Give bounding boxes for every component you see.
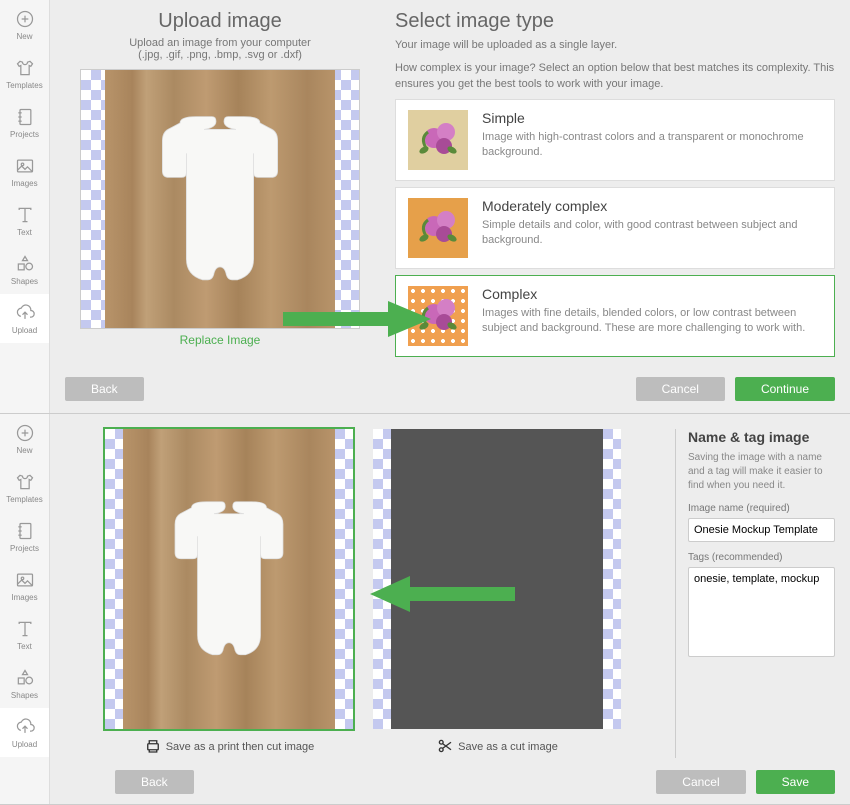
flower-complex-icon [408, 286, 468, 346]
sidebar-label: Projects [10, 544, 39, 553]
image-name-input[interactable] [688, 518, 835, 542]
print-cut-label: Save as a print then cut image [166, 741, 315, 753]
select-type-title: Select image type [395, 10, 835, 33]
select-type-line1: Your image will be uploaded as a single … [395, 37, 835, 54]
shirt-icon [14, 471, 36, 493]
upload-preview [80, 69, 360, 329]
notebook-icon [14, 106, 36, 128]
onesie-preview-icon [140, 94, 300, 304]
tags-input[interactable] [688, 567, 835, 657]
save-button[interactable]: Save [756, 770, 835, 794]
sidebar-label: Templates [6, 495, 42, 504]
sidebar-item-projects[interactable]: Projects [0, 512, 49, 561]
sidebar-label: Shapes [11, 691, 38, 700]
sidebar: New Templates Projects Images Text Shape… [0, 0, 50, 413]
sidebar-label: Upload [12, 326, 37, 335]
flower-moderate-icon [408, 198, 468, 258]
option-desc: Simple details and color, with good cont… [482, 218, 822, 250]
shapes-icon [14, 253, 36, 275]
plus-circle-icon [14, 422, 36, 444]
name-tag-panel: Name & tag image Saving the image with a… [675, 429, 835, 758]
option-title: Moderately complex [482, 198, 822, 214]
sidebar-label: Shapes [11, 277, 38, 286]
print-cut-icon [144, 737, 162, 758]
sidebar-item-new[interactable]: New [0, 0, 49, 49]
upload-subtitle: Upload an image from your computer [65, 37, 375, 49]
option-title: Simple [482, 110, 822, 126]
sidebar-item-templates[interactable]: Templates [0, 49, 49, 98]
upload-formats: (.jpg, .gif, .png, .bmp, .svg or .dxf) [65, 49, 375, 61]
option-cut[interactable]: Save as a cut image [373, 429, 621, 758]
sidebar-label: Projects [10, 130, 39, 139]
sidebar-label: Text [17, 642, 32, 651]
option-desc: Image with high-contrast colors and a tr… [482, 130, 822, 162]
scissors-icon [436, 737, 454, 758]
sidebar-item-new[interactable]: New [0, 414, 49, 463]
sidebar-item-upload[interactable]: Upload [0, 708, 49, 757]
tags-label: Tags (recommended) [688, 552, 835, 563]
continue-button[interactable]: Continue [735, 377, 835, 401]
cut-label: Save as a cut image [458, 741, 558, 753]
sidebar-item-templates[interactable]: Templates [0, 463, 49, 512]
panel-title: Name & tag image [688, 429, 835, 445]
image-icon [14, 155, 36, 177]
upload-icon [14, 302, 36, 324]
panel-hint: Saving the image with a name and a tag w… [688, 451, 835, 493]
sidebar-label: Text [17, 228, 32, 237]
option-title: Complex [482, 286, 822, 302]
image-name-label: Image name (required) [688, 503, 835, 514]
sidebar-label: Images [11, 593, 37, 602]
cancel-button[interactable]: Cancel [636, 377, 725, 401]
image-icon [14, 569, 36, 591]
text-icon [14, 204, 36, 226]
flower-simple-icon [408, 110, 468, 170]
text-icon [14, 618, 36, 640]
back-button[interactable]: Back [65, 377, 144, 401]
sidebar-item-images[interactable]: Images [0, 561, 49, 610]
sidebar-label: Templates [6, 81, 42, 90]
sidebar-label: New [16, 446, 32, 455]
sidebar-item-upload[interactable]: Upload [0, 294, 49, 343]
sidebar-label: Upload [12, 740, 37, 749]
notebook-icon [14, 520, 36, 542]
back-button[interactable]: Back [115, 770, 194, 794]
option-moderate[interactable]: Moderately complex Simple details and co… [395, 187, 835, 269]
select-type-line2: How complex is your image? Select an opt… [395, 60, 835, 93]
sidebar: New Templates Projects Images Text Shape… [0, 414, 50, 804]
sidebar-item-shapes[interactable]: Shapes [0, 245, 49, 294]
option-simple[interactable]: Simple Image with high-contrast colors a… [395, 99, 835, 181]
shapes-icon [14, 667, 36, 689]
sidebar-item-text[interactable]: Text [0, 196, 49, 245]
option-complex[interactable]: Complex Images with fine details, blende… [395, 275, 835, 357]
replace-image-link[interactable]: Replace Image [65, 333, 375, 347]
cancel-button[interactable]: Cancel [656, 770, 745, 794]
sidebar-item-shapes[interactable]: Shapes [0, 659, 49, 708]
upload-title: Upload image [65, 10, 375, 33]
sidebar-item-images[interactable]: Images [0, 147, 49, 196]
sidebar-item-text[interactable]: Text [0, 610, 49, 659]
option-desc: Images with fine details, blended colors… [482, 306, 822, 338]
sidebar-label: Images [11, 179, 37, 188]
plus-circle-icon [14, 8, 36, 30]
option-print-then-cut[interactable]: Save as a print then cut image [105, 429, 353, 758]
shirt-icon [14, 57, 36, 79]
sidebar-item-projects[interactable]: Projects [0, 98, 49, 147]
upload-icon [14, 716, 36, 738]
sidebar-label: New [16, 32, 32, 41]
